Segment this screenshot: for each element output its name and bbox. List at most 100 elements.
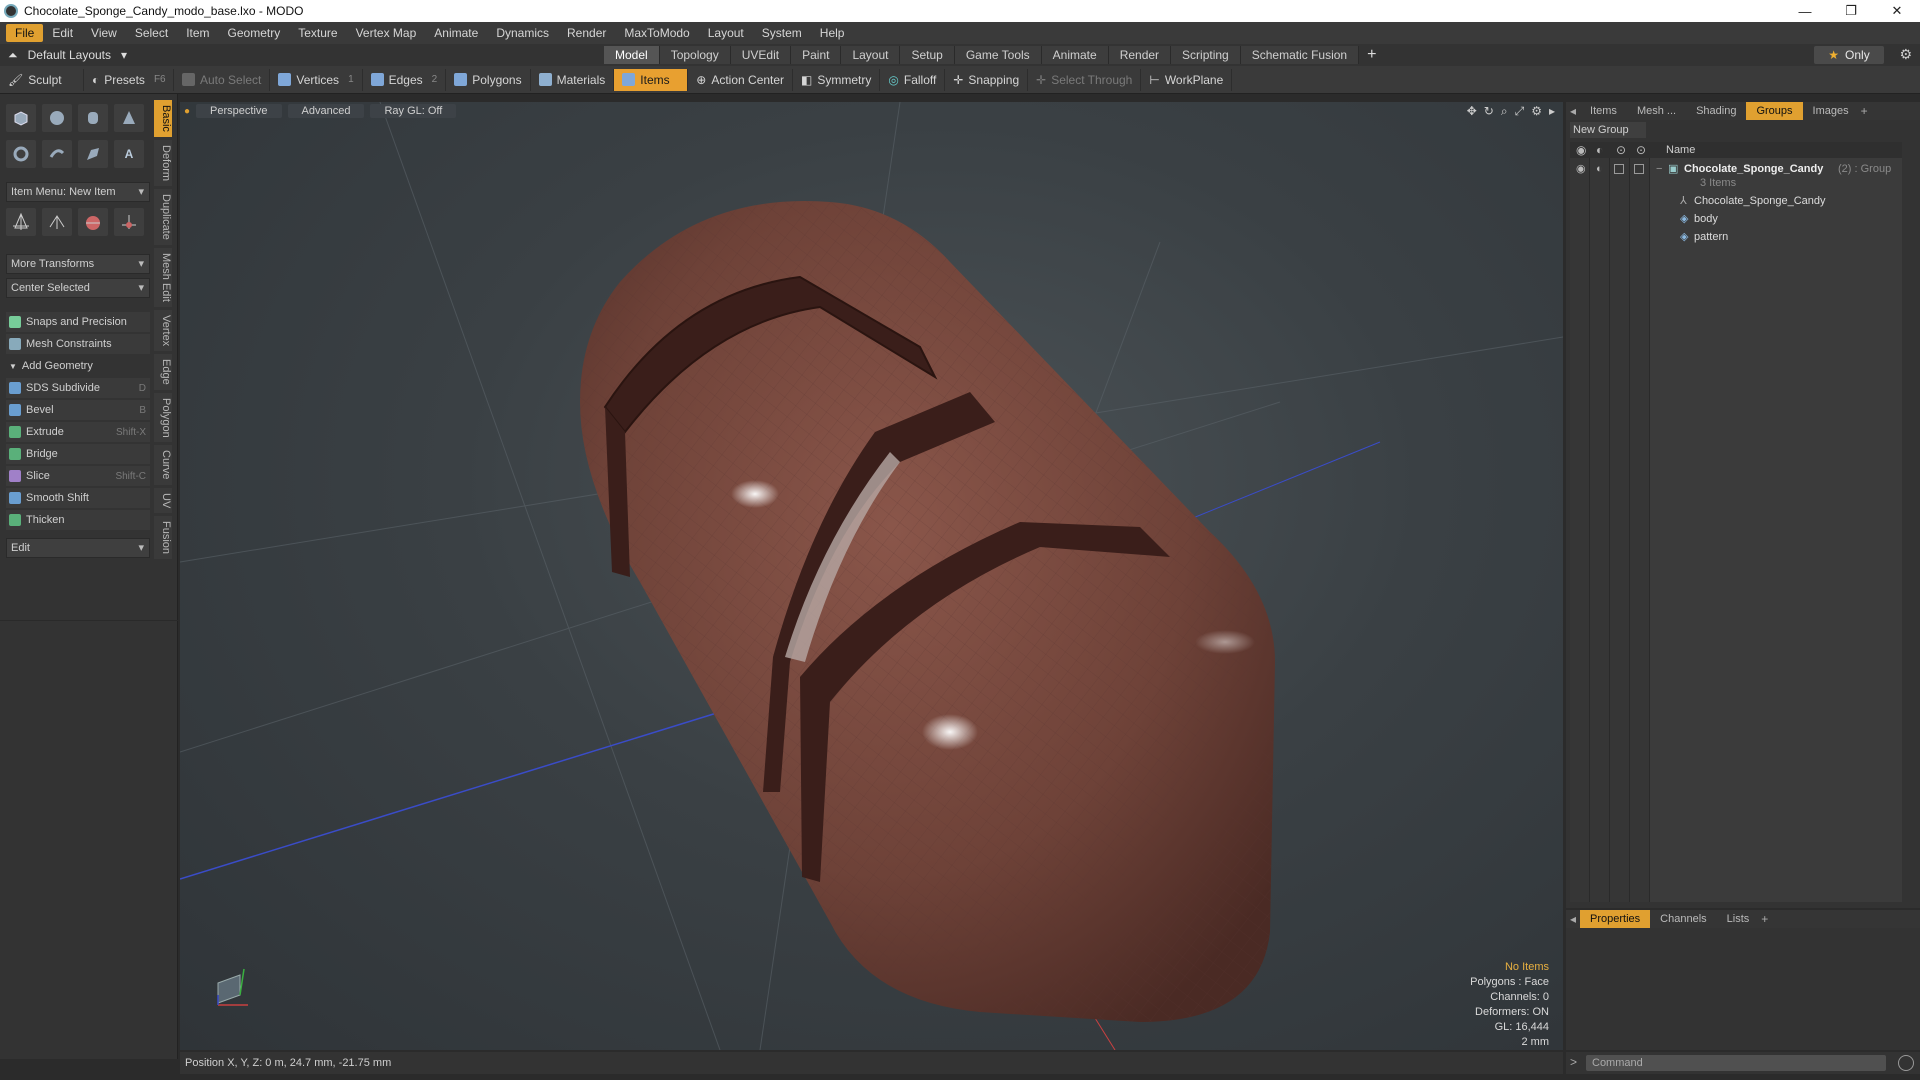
tab-schematic-fusion[interactable]: Schematic Fusion (1240, 46, 1360, 64)
cube-icon[interactable] (6, 104, 36, 132)
gear-icon[interactable]: ⚙ (1899, 46, 1912, 63)
raygl-button[interactable]: Ray GL: Off (370, 104, 457, 118)
vtab-fusion[interactable]: Fusion (154, 516, 172, 560)
tool-thicken[interactable]: Thicken (6, 510, 150, 530)
render-icon[interactable]: ◐ (1596, 143, 1603, 157)
tab-layout[interactable]: Layout (841, 46, 901, 64)
menu-select[interactable]: Select (126, 24, 177, 42)
center-selected-dropdown[interactable]: Center Selected (6, 278, 150, 298)
cylinder-icon[interactable] (78, 104, 108, 132)
menu-texture[interactable]: Texture (289, 24, 346, 42)
restore-icon[interactable]: ❐ (1828, 0, 1874, 22)
pan-icon[interactable]: ✥ (1467, 104, 1477, 119)
tool-slice[interactable]: Slice Shift-C (6, 466, 150, 486)
default-layouts-dropdown[interactable]: ⏶ Default Layouts ▾ (8, 48, 127, 63)
tab-animate[interactable]: Animate (1041, 46, 1109, 64)
scene-canvas[interactable] (180, 102, 1563, 1050)
menu-edit[interactable]: Edit (43, 24, 82, 42)
tool-sds-subdivide[interactable]: SDS Subdivide D (6, 378, 150, 398)
list-item[interactable]: ◈ body (1570, 210, 1902, 228)
menu-vertex-map[interactable]: Vertex Map (347, 24, 426, 42)
snapping-button[interactable]: ✛ Snapping (945, 68, 1029, 91)
menu-file[interactable]: File (6, 24, 44, 42)
menu-layout[interactable]: Layout (699, 24, 753, 42)
tube-icon[interactable] (42, 140, 72, 168)
sculpt-button[interactable]: 🖌 Sculpt (0, 68, 84, 91)
snaps-and-precision-button[interactable]: Snaps and Precision (6, 312, 150, 332)
edges-button[interactable]: Edges 2 (363, 68, 447, 91)
transform-tool-icon[interactable] (114, 208, 144, 236)
zoom-icon[interactable]: ⌕ (1501, 104, 1508, 119)
minimize-icon[interactable]: — (1782, 0, 1828, 22)
falloff-button[interactable]: ◎ Falloff (880, 68, 946, 91)
select-through-button[interactable]: ✛ Select Through (1028, 68, 1142, 91)
lock-checkbox[interactable] (1614, 164, 1624, 174)
tab-scripting[interactable]: Scripting (1171, 46, 1241, 64)
vtab-vertex[interactable]: Vertex (154, 309, 172, 351)
panel-grip-icon[interactable]: ◂ (1570, 104, 1576, 118)
tool-bridge[interactable]: Bridge (6, 444, 150, 464)
vtab-curve[interactable]: Curve (154, 445, 172, 485)
lock-icon[interactable]: ⊙ (1616, 143, 1626, 157)
menu-maxtomodo[interactable]: MaxToModo (615, 24, 698, 42)
mesh-constraints-button[interactable]: Mesh Constraints (6, 334, 150, 354)
viewport-gear-icon[interactable]: ⚙ (1531, 104, 1542, 119)
auto-select-button[interactable]: Auto Select (174, 68, 271, 91)
new-group-button[interactable]: New Group (1570, 122, 1646, 138)
vertices-button[interactable]: Vertices 1 (270, 68, 363, 91)
fit-icon[interactable]: ⤢ (1515, 104, 1525, 119)
vtab-deform[interactable]: Deform (154, 139, 172, 186)
add-panel-tab-icon[interactable]: + (1761, 912, 1768, 926)
tab-groups[interactable]: Groups (1746, 102, 1803, 120)
tab-properties[interactable]: Properties (1580, 910, 1651, 928)
menu-system[interactable]: System (753, 24, 811, 42)
items-button[interactable]: Items (614, 68, 689, 91)
torus-icon[interactable] (6, 140, 36, 168)
close-icon[interactable]: ✕ (1874, 0, 1920, 22)
add-tab-icon[interactable]: + (1367, 46, 1376, 64)
panel-grip-icon[interactable]: ◂ (1570, 912, 1576, 926)
viewport-menu-icon[interactable]: ▸ (1549, 104, 1555, 119)
stop-icon[interactable] (1898, 1055, 1914, 1071)
perspective-button[interactable]: Perspective (196, 104, 282, 118)
vtab-duplicate[interactable]: Duplicate (154, 188, 172, 245)
advanced-button[interactable]: Advanced (287, 104, 365, 118)
polygons-button[interactable]: Polygons (446, 68, 531, 91)
tab-mesh[interactable]: Mesh ... (1627, 102, 1686, 120)
menu-render[interactable]: Render (558, 24, 615, 42)
tool-bevel[interactable]: Bevel B (6, 400, 150, 420)
command-input[interactable]: Command (1586, 1055, 1886, 1071)
menu-animate[interactable]: Animate (425, 24, 487, 42)
cone-icon[interactable] (114, 104, 144, 132)
presets-button[interactable]: ◐ Presets F6 (84, 68, 174, 91)
only-toggle[interactable]: ★ Only (1814, 46, 1884, 64)
tool-extrude[interactable]: Extrude Shift-X (6, 422, 150, 442)
vtab-uv[interactable]: UV (154, 487, 172, 514)
chocolate-candy-mesh[interactable] (580, 201, 1275, 1022)
vtab-basic[interactable]: Basic (154, 100, 172, 137)
scale-tool-icon[interactable] (78, 208, 108, 236)
text-icon[interactable]: A (114, 140, 144, 168)
vtab-polygon[interactable]: Polygon (154, 392, 172, 443)
materials-button[interactable]: Materials (531, 68, 615, 91)
edit-dropdown[interactable]: Edit (6, 538, 150, 558)
layout-collapse-icon[interactable]: ⏶ (8, 48, 18, 63)
vtab-mesh-edit[interactable]: Mesh Edit (154, 247, 172, 307)
add-panel-tab-icon[interactable]: + (1861, 104, 1868, 118)
orbit-icon[interactable]: ↻ (1484, 104, 1494, 119)
pen-icon[interactable] (78, 140, 108, 168)
tab-setup[interactable]: Setup (900, 46, 955, 64)
item-menu-dropdown[interactable]: Item Menu: New Item (6, 182, 150, 202)
menu-view[interactable]: View (82, 24, 126, 42)
tab-lists[interactable]: Lists (1717, 910, 1760, 928)
tab-model[interactable]: Model (604, 46, 660, 64)
add-geometry-section[interactable]: ▼ Add Geometry (6, 356, 150, 376)
tab-images[interactable]: Images (1803, 102, 1859, 120)
sphere-icon[interactable] (42, 104, 72, 132)
rotate-tool-icon[interactable] (42, 208, 72, 236)
tab-uvedit[interactable]: UVEdit (730, 46, 792, 64)
tab-paint[interactable]: Paint (791, 46, 842, 64)
tab-game-tools[interactable]: Game Tools (954, 46, 1042, 64)
tab-topology[interactable]: Topology (659, 46, 731, 64)
vtab-edge[interactable]: Edge (154, 353, 172, 390)
